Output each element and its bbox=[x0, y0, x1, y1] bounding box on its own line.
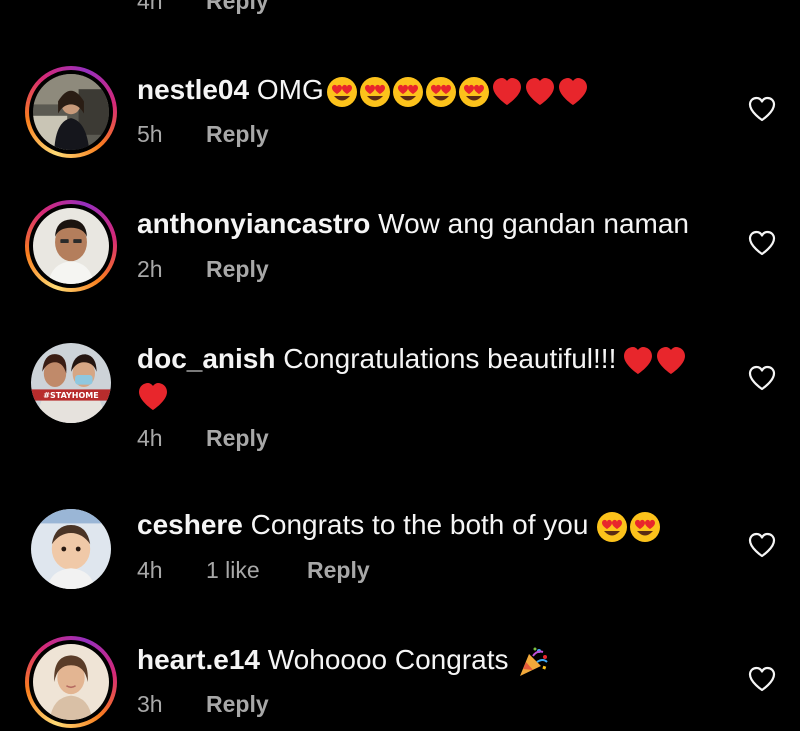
heart-outline-icon bbox=[748, 532, 776, 558]
comment-username[interactable]: nestle04 bbox=[137, 74, 249, 105]
like-comment-button[interactable] bbox=[748, 365, 776, 391]
emoji-row bbox=[622, 345, 687, 377]
heart-eyes-emoji-icon bbox=[425, 76, 456, 107]
comment-meta: 3h Reply bbox=[137, 687, 269, 721]
avatar-story-ring[interactable] bbox=[25, 636, 117, 728]
comment-meta: 4h 1 like Reply bbox=[137, 553, 370, 587]
comment-username[interactable]: doc_anish bbox=[137, 343, 275, 374]
reply-button[interactable]: Reply bbox=[206, 256, 269, 283]
previous-comment-meta: 4h Reply bbox=[137, 0, 269, 16]
red-heart-emoji-icon bbox=[139, 382, 167, 410]
comment-text: nestle04 OMG bbox=[137, 71, 710, 109]
heart-eyes-emoji-icon bbox=[359, 76, 390, 107]
red-heart-emoji-icon bbox=[624, 346, 653, 374]
comment-time: 2h bbox=[137, 255, 163, 282]
comment-time: 3h bbox=[137, 690, 163, 717]
red-heart-emoji-icon bbox=[558, 77, 587, 105]
user-avatar bbox=[31, 509, 111, 589]
user-avatar bbox=[33, 644, 109, 720]
avatar[interactable] bbox=[25, 503, 117, 595]
emoji-row bbox=[137, 381, 169, 413]
red-heart-emoji-icon bbox=[657, 346, 686, 374]
reply-button[interactable]: Reply bbox=[206, 121, 269, 148]
comment-time: 5h bbox=[137, 120, 163, 147]
comment-text-continued bbox=[137, 376, 710, 414]
heart-outline-icon bbox=[748, 666, 776, 692]
emoji-row bbox=[596, 511, 661, 543]
comment-body: OMG bbox=[256, 74, 324, 105]
comment-time: 4h bbox=[137, 424, 163, 451]
avatar-story-ring[interactable] bbox=[25, 200, 117, 292]
party-popper-emoji-icon bbox=[519, 647, 548, 676]
comment-meta: 5h Reply bbox=[137, 117, 269, 151]
comment-username[interactable]: heart.e14 bbox=[137, 644, 260, 675]
comment-body: Wow ang gandan naman bbox=[378, 208, 689, 239]
comment-username[interactable]: ceshere bbox=[137, 509, 243, 540]
like-comment-button[interactable] bbox=[748, 532, 776, 558]
user-avatar: #STAYHOME bbox=[31, 343, 111, 423]
like-comment-button[interactable] bbox=[748, 96, 776, 122]
reply-button[interactable]: Reply bbox=[307, 557, 370, 584]
heart-eyes-emoji-icon bbox=[326, 76, 357, 107]
heart-outline-icon bbox=[748, 365, 776, 391]
emoji-row bbox=[517, 646, 549, 678]
heart-eyes-emoji-icon bbox=[630, 511, 661, 542]
comment-text: heart.e14 Wohoooo Congrats bbox=[137, 641, 710, 679]
red-heart-emoji-icon bbox=[525, 77, 554, 105]
avatar-story-ring[interactable] bbox=[25, 66, 117, 158]
comment-text: ceshere Congrats to the both of you bbox=[137, 506, 710, 544]
comment-text: anthonyiancastro Wow ang gandan naman bbox=[137, 205, 710, 243]
like-comment-button[interactable] bbox=[748, 230, 776, 256]
comment-username[interactable]: anthonyiancastro bbox=[137, 208, 370, 239]
heart-eyes-emoji-icon bbox=[597, 511, 628, 542]
like-count[interactable]: 1 like bbox=[206, 557, 307, 584]
avatar-overlay-text: #STAYHOME bbox=[43, 391, 98, 400]
heart-eyes-emoji-icon bbox=[458, 76, 489, 107]
red-heart-emoji-icon bbox=[492, 77, 521, 105]
comment-body: Congrats to the both of you bbox=[250, 509, 589, 540]
comment-time: 4h bbox=[137, 0, 163, 14]
comment-meta: 4h Reply bbox=[137, 421, 269, 455]
comment-body: Wohoooo Congrats bbox=[267, 644, 509, 675]
heart-outline-icon bbox=[748, 96, 776, 122]
emoji-row bbox=[326, 76, 589, 108]
heart-eyes-emoji-icon bbox=[392, 76, 423, 107]
reply-button[interactable]: Reply bbox=[206, 691, 269, 718]
user-avatar bbox=[33, 74, 109, 150]
comment-time: 4h bbox=[137, 556, 163, 583]
reply-button[interactable]: Reply bbox=[206, 425, 269, 452]
comment-body: Congratulations beautiful!!! bbox=[283, 343, 617, 374]
comment-meta: 2h Reply bbox=[137, 252, 269, 286]
user-avatar bbox=[33, 208, 109, 284]
reply-button[interactable]: Reply bbox=[206, 0, 269, 15]
avatar[interactable]: #STAYHOME bbox=[25, 337, 117, 429]
comment-text: doc_anish Congratulations beautiful!!! bbox=[137, 340, 710, 378]
heart-outline-icon bbox=[748, 230, 776, 256]
like-comment-button[interactable] bbox=[748, 666, 776, 692]
